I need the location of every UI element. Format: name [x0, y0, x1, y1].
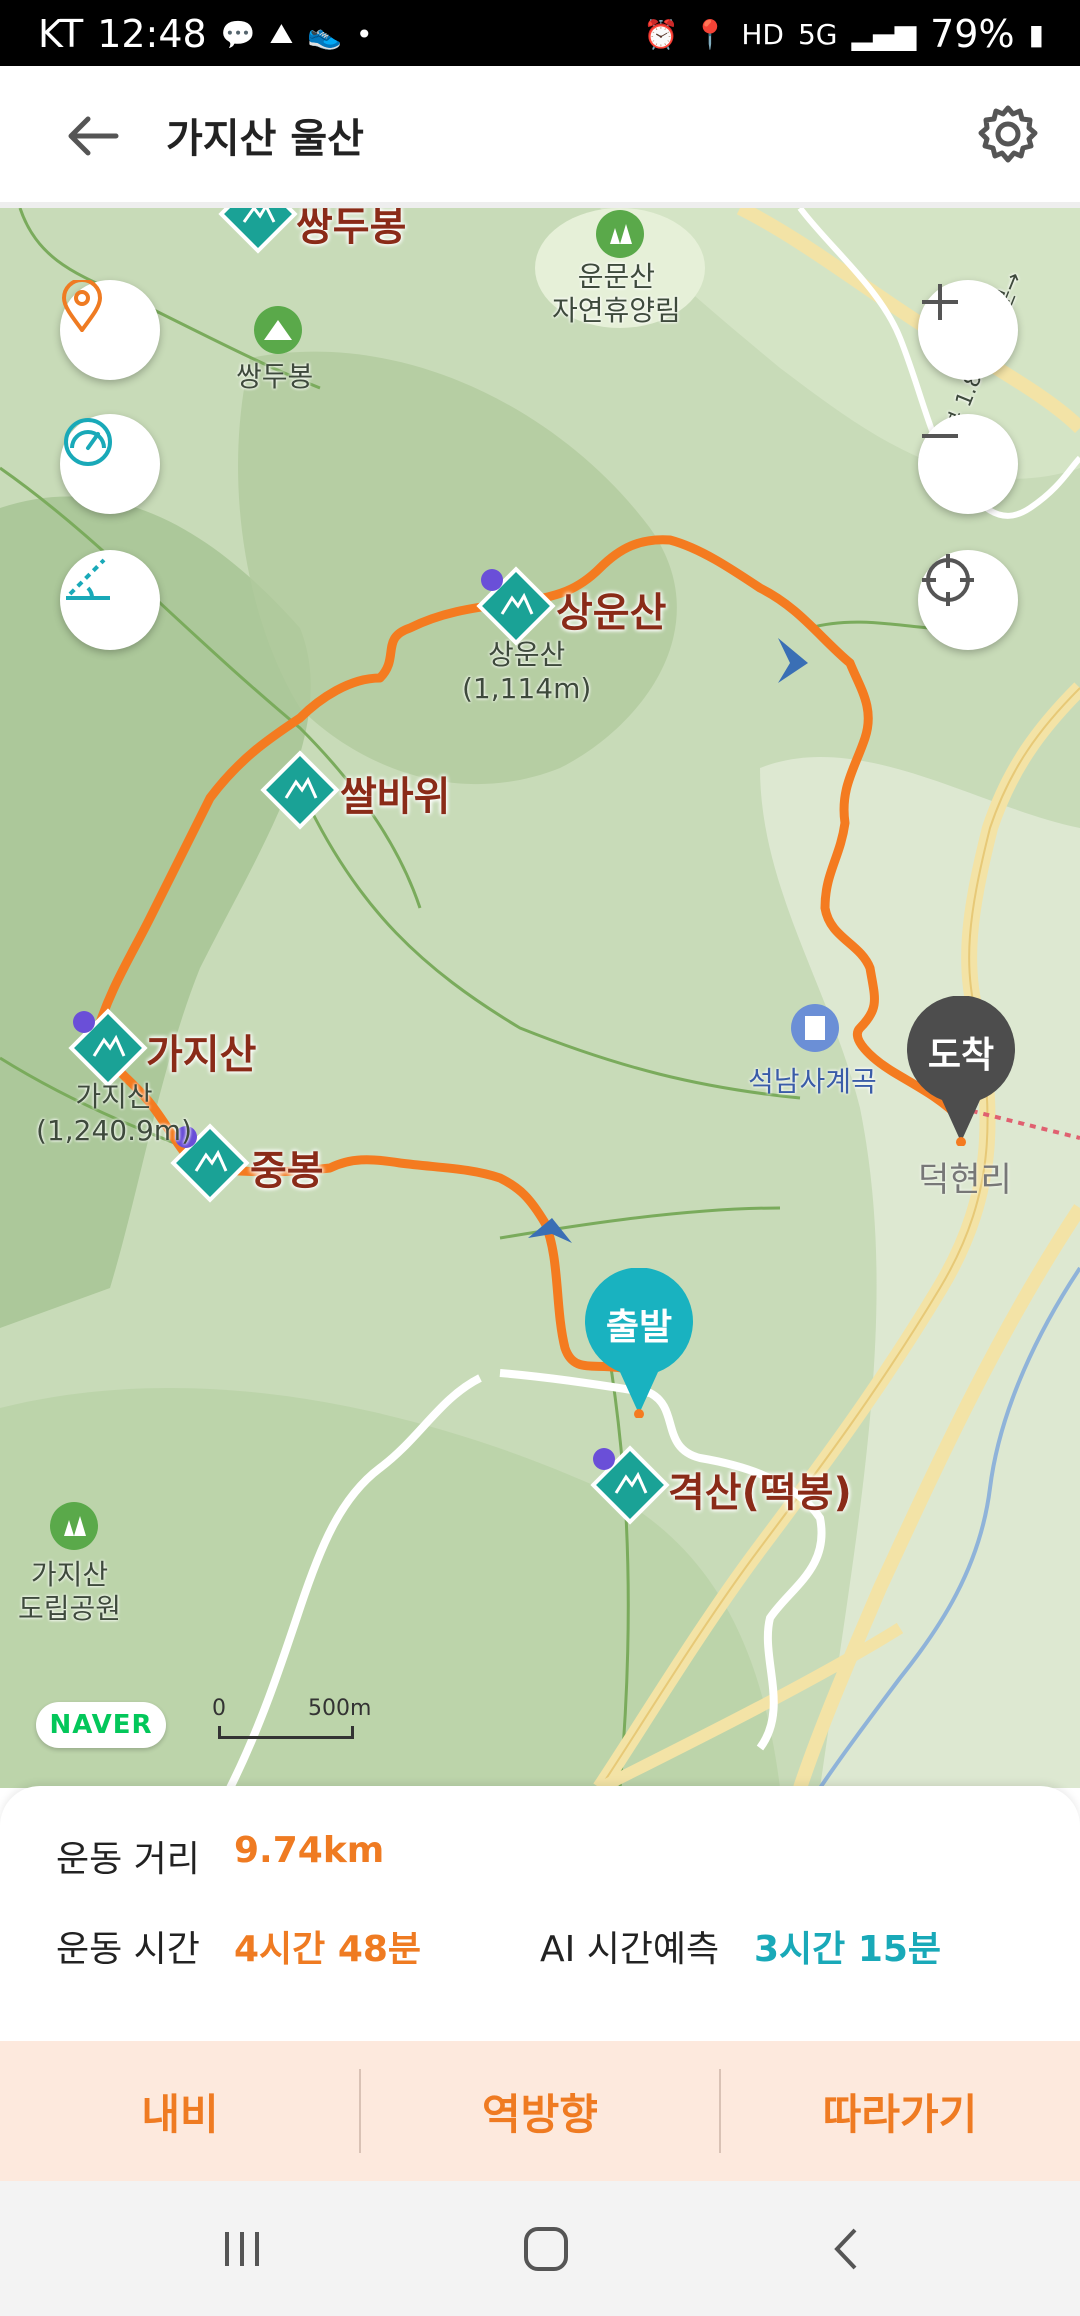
status-right: ⏰ 📍 HD 5G ▂▄▆ 79% ▮ [644, 12, 1044, 56]
label-unmunsan-forest: 운문산 자연휴양림 [552, 260, 681, 327]
back-button[interactable] [62, 106, 122, 166]
scale-zero-label: 0 [212, 1696, 226, 1721]
trail-map[interactable]: 쌍두봉 상운산 쌀바위 가지산 중봉 격산(떡봉) 쌍두봉 운문산 자연휴양림 … [0, 208, 1080, 1788]
chevron-left-icon [834, 2228, 857, 2269]
carrier-label: KT [38, 12, 84, 56]
navi-button[interactable]: 내비 [0, 2041, 360, 2181]
label-village: 덕현리 [918, 1160, 1012, 1200]
recent-apps-icon [225, 2231, 259, 2266]
label-gajisan-park: 가지산 도립공원 [18, 1558, 122, 1625]
shoe-app-icon: 👟 [307, 17, 342, 51]
scale-distance-label: 500m [308, 1696, 372, 1721]
naver-logo: NAVER [36, 1702, 166, 1748]
talk-notification-icon: 💬 [220, 17, 256, 51]
current-location-button[interactable] [918, 550, 1018, 650]
start-pin[interactable]: 출발 [582, 1268, 696, 1418]
follow-button[interactable]: 따라가기 [720, 2041, 1080, 2181]
time-value: 4시간 48분 [234, 1929, 422, 1970]
more-notifications-dot-icon: • [355, 17, 373, 51]
ai-time-label: AI 시간예측 [540, 1929, 720, 1970]
app-header: 가지산 울산 [0, 66, 1080, 202]
home-icon [524, 2226, 568, 2271]
peak-label-ssalbawi[interactable]: 쌀바위 [340, 764, 450, 822]
reverse-button[interactable]: 역방향 [360, 2041, 720, 2181]
page-title: 가지산 울산 [166, 116, 364, 162]
distance-label: 운동 거리 [56, 1839, 200, 1880]
temple-marker [791, 1004, 839, 1052]
system-nav-bar [0, 2181, 1080, 2316]
peak-label-sangunsan[interactable]: 상운산 [556, 580, 666, 638]
alarm-icon: ⏰ [643, 17, 679, 51]
crosshair-icon [922, 554, 974, 606]
speedometer-button[interactable] [60, 414, 160, 514]
mountain-marker-ssangdu [254, 306, 302, 354]
gear-icon [978, 105, 1038, 163]
status-bar: KT 12:48 💬 ⛰ 👟 • ⏰ 📍 HD 5G ▂▄▆ 79% ▮ [0, 0, 1080, 66]
hiking-app-icon: ⛰ [269, 17, 294, 50]
elevation-slope-icon [66, 558, 110, 600]
battery-icon: ▮ [1028, 17, 1044, 51]
network-type-icon: 5G [797, 17, 838, 51]
zoom-in-button[interactable] [918, 280, 1018, 380]
forest-marker-top [596, 210, 644, 258]
end-pin[interactable]: 도착 [904, 996, 1018, 1146]
label-ssangdu: 쌍두봉 [236, 360, 314, 393]
battery-percent: 79% [930, 12, 1015, 56]
my-location-pin-button[interactable] [60, 280, 160, 380]
action-bar: 내비 역방향 따라가기 [0, 2041, 1080, 2181]
clock: 12:48 [97, 12, 207, 56]
home-button[interactable] [476, 2181, 616, 2316]
hd-voice-icon: HD [741, 17, 784, 51]
peak-label-gyeoksan[interactable]: 격산(떡봉) [668, 1460, 852, 1518]
minus-icon [922, 434, 958, 438]
peak-label-ssangdu-top[interactable]: 쌍두봉 [296, 208, 406, 252]
route-summary-panel: 운동 거리 9.74km 운동 시간 4시간 48분 AI 시간예측 3시간 1… [0, 1786, 1080, 2041]
signal-icon: ▂▄▆ [851, 17, 917, 51]
label-sangunsan-elevation: 상운산 (1,114m) [462, 638, 592, 705]
ai-time-value: 3시간 15분 [754, 1929, 942, 1970]
peak-label-gajisan[interactable]: 가지산 [146, 1022, 256, 1080]
location-icon: 📍 [692, 17, 728, 51]
settings-button[interactable] [974, 100, 1042, 168]
location-pin-icon [61, 280, 103, 332]
time-label: 운동 시간 [56, 1929, 200, 1970]
system-back-button[interactable] [778, 2181, 918, 2316]
plus-icon [922, 284, 958, 320]
recent-apps-button[interactable] [172, 2181, 312, 2316]
distance-value: 9.74km [234, 1830, 385, 1871]
label-gajisan-elevation: 가지산 (1,240.9m) [36, 1080, 192, 1147]
end-pin-label: 도착 [927, 1035, 995, 1076]
elevation-button[interactable] [60, 550, 160, 650]
zoom-out-button[interactable] [918, 414, 1018, 514]
peak-label-jungbong[interactable]: 중봉 [250, 1138, 324, 1196]
scale-bar [218, 1726, 354, 1739]
back-arrow-icon [68, 116, 119, 156]
start-pin-label: 출발 [605, 1307, 673, 1348]
speedometer-icon [64, 418, 112, 466]
label-seoknam-valley[interactable]: 석남사계곡 [748, 1060, 877, 1100]
forest-marker-park [50, 1502, 98, 1550]
status-left: KT 12:48 💬 ⛰ 👟 • [38, 12, 373, 56]
